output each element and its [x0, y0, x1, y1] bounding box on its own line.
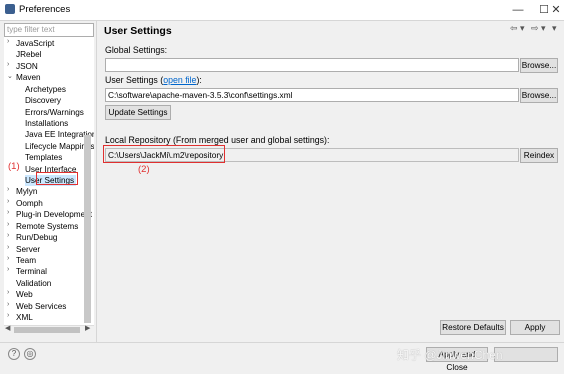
- chevron-right-icon[interactable]: ›: [7, 301, 9, 308]
- view-menu-icon[interactable]: ▾: [552, 23, 557, 34]
- back-icon[interactable]: ⇦ ▾: [510, 23, 525, 34]
- tree-item[interactable]: Run/Debug: [16, 232, 57, 243]
- scroll-left-icon[interactable]: ◀: [5, 324, 10, 332]
- annotation-box-selected: [36, 172, 78, 185]
- tree-item[interactable]: Errors/Warnings: [25, 107, 84, 118]
- chevron-right-icon[interactable]: ›: [7, 198, 9, 205]
- tree-item-label: Web: [16, 290, 33, 300]
- watermark: 知乎 @JinwenChen: [397, 348, 503, 362]
- tree-item[interactable]: Plug-in Development: [16, 209, 92, 220]
- tree-item-label: Team: [16, 255, 37, 265]
- tree-item-label: Maven: [16, 73, 41, 83]
- tree-item[interactable]: JSON: [16, 61, 38, 72]
- window-titlebar: [0, 0, 564, 21]
- tree-item-label: JavaScript: [16, 39, 55, 48]
- user-settings-label-text: User Settings (: [105, 75, 164, 85]
- chevron-down-icon[interactable]: ⌄: [7, 72, 13, 80]
- chevron-right-icon[interactable]: ›: [7, 232, 9, 239]
- pane-divider[interactable]: [96, 20, 97, 342]
- tree-hscroll-thumb[interactable]: [14, 327, 80, 333]
- help-icon[interactable]: ?: [8, 348, 20, 360]
- tree-item-label: Validation: [16, 278, 52, 288]
- tree-item[interactable]: Server: [16, 244, 40, 255]
- tree-item[interactable]: Remote Systems: [16, 221, 78, 232]
- chevron-right-icon[interactable]: ›: [7, 312, 9, 319]
- tree-item-label: Discovery: [25, 96, 61, 106]
- update-settings-button[interactable]: Update Settings: [105, 105, 171, 120]
- chevron-right-icon[interactable]: ›: [7, 209, 9, 216]
- tree-item-label: Web Services: [16, 301, 67, 311]
- cancel-button[interactable]: [494, 347, 558, 362]
- global-settings-label: Global Settings:: [105, 45, 168, 55]
- tree-item-label: Mylyn: [16, 187, 38, 197]
- open-file-link[interactable]: open file: [163, 75, 196, 85]
- user-settings-label-end: ):: [196, 75, 202, 85]
- tree-item-label: Oomph: [16, 198, 43, 208]
- forward-icon[interactable]: ⇨ ▾: [531, 23, 546, 34]
- chevron-right-icon[interactable]: ›: [7, 38, 9, 45]
- tree-item[interactable]: Oomph: [16, 198, 43, 209]
- tree-item-label: Run/Debug: [16, 233, 58, 243]
- tree-item-label: Server: [16, 244, 41, 254]
- user-settings-field[interactable]: C:\software\apache-maven-3.5.3\conf\sett…: [105, 88, 519, 102]
- tree-item[interactable]: Web: [16, 289, 33, 300]
- tree-item[interactable]: Team: [16, 255, 36, 266]
- window-title: Preferences: [19, 4, 71, 15]
- annotation-one: (1): [8, 161, 20, 172]
- minimize-icon[interactable]: —: [505, 2, 531, 18]
- tree-item[interactable]: Maven: [16, 72, 41, 83]
- close-icon[interactable]: ✕: [548, 2, 564, 18]
- scroll-right-icon[interactable]: ▶: [85, 324, 90, 332]
- tree-item-label: Errors/Warnings: [25, 107, 84, 117]
- user-settings-label: User Settings (open file):: [105, 75, 202, 85]
- annotation-box-repo: [103, 145, 225, 163]
- tree-item[interactable]: Archetypes: [25, 84, 66, 95]
- tree-item[interactable]: JRebel: [16, 49, 42, 60]
- reindex-button[interactable]: Reindex: [520, 148, 558, 163]
- tree-item[interactable]: Installations: [25, 118, 68, 129]
- chevron-right-icon[interactable]: ›: [7, 186, 9, 193]
- restore-defaults-button[interactable]: Restore Defaults: [440, 320, 506, 335]
- tree-item-label: JRebel: [16, 50, 42, 60]
- tree-item[interactable]: Validation: [16, 278, 51, 289]
- tree-item-label: Plug-in Development: [16, 210, 93, 220]
- tree-item-label: JSON: [16, 61, 38, 71]
- tree-item-label: Installations: [25, 118, 69, 128]
- tree-item[interactable]: Mylyn: [16, 186, 37, 197]
- tree-scrollbar[interactable]: [84, 135, 91, 323]
- tree-item-label: Templates: [25, 153, 63, 163]
- global-settings-field[interactable]: [105, 58, 519, 72]
- chevron-right-icon[interactable]: ›: [7, 255, 9, 262]
- tree-item[interactable]: Web Services: [16, 301, 66, 312]
- tree-item[interactable]: Discovery: [25, 95, 61, 106]
- chevron-right-icon[interactable]: ›: [7, 61, 9, 68]
- tree-item-label: Terminal: [16, 267, 47, 277]
- filter-input[interactable]: type filter text: [4, 23, 94, 37]
- apply-button[interactable]: Apply: [510, 320, 560, 335]
- local-repo-label: Local Repository (From merged user and g…: [105, 135, 330, 145]
- user-browse-button[interactable]: Browse...: [520, 88, 558, 103]
- tree-item[interactable]: XML: [16, 312, 33, 323]
- tree-item[interactable]: JavaScript: [16, 38, 54, 49]
- global-browse-button[interactable]: Browse...: [520, 58, 558, 73]
- tree-item[interactable]: Templates: [25, 152, 62, 163]
- footer-separator: [0, 342, 564, 343]
- chevron-right-icon[interactable]: ›: [7, 221, 9, 228]
- chevron-right-icon[interactable]: ›: [7, 244, 9, 251]
- import-export-icon[interactable]: ◎: [24, 348, 36, 360]
- tree-item-label: XML: [16, 313, 33, 323]
- chevron-right-icon[interactable]: ›: [7, 289, 9, 296]
- tree-item-label: Archetypes: [25, 84, 66, 94]
- annotation-two: (2): [138, 164, 150, 175]
- app-icon: [5, 4, 15, 14]
- tree-item[interactable]: Terminal: [16, 266, 47, 277]
- tree-item-label: Remote Systems: [16, 221, 79, 231]
- page-title: User Settings: [104, 25, 172, 37]
- chevron-right-icon[interactable]: ›: [7, 266, 9, 273]
